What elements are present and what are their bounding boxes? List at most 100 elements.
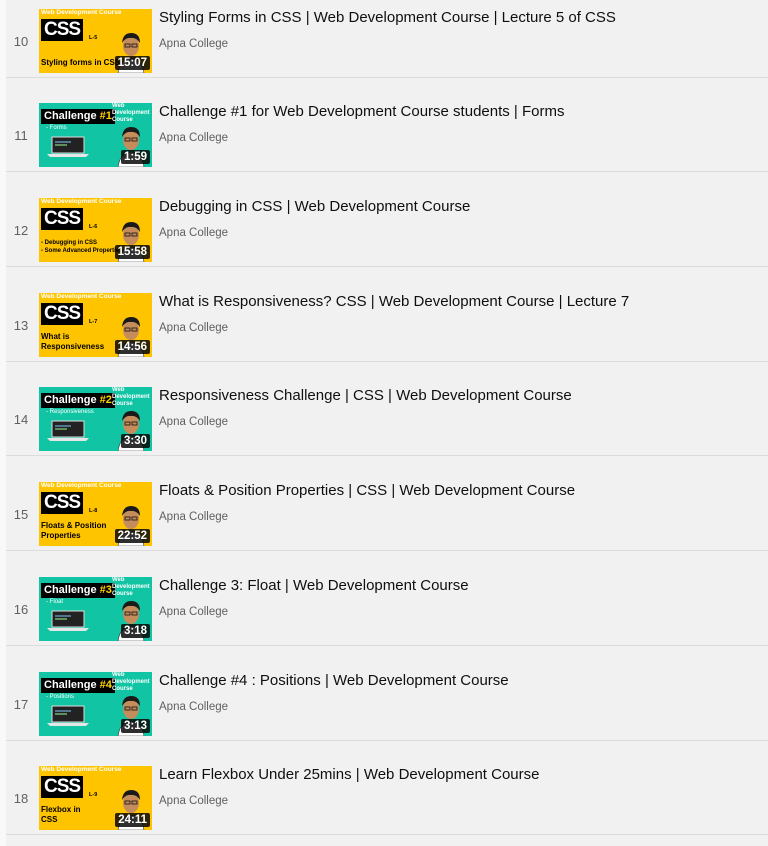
challenge-number: #2: [99, 394, 112, 406]
video-thumbnail[interactable]: Challenge #4- Positions Web Development C…: [39, 672, 152, 736]
thumbnail-caption: Styling forms in CSS: [41, 58, 121, 67]
playlist-panel: 10 Web Development Course CSS L-5 Styling fo…: [6, 0, 768, 846]
challenge-badge: Challenge #3: [41, 583, 115, 598]
challenge-topic: - Responsiveness: [46, 409, 94, 415]
lecture-number: L-6: [89, 224, 98, 230]
duration-badge: 3:30: [120, 434, 150, 448]
channel-name[interactable]: Apna College: [159, 701, 228, 713]
duration-badge: 15:07: [114, 56, 150, 70]
channel-name[interactable]: Apna College: [159, 38, 228, 50]
thumbnail-caption: - Some Advanced Properties: [41, 248, 123, 254]
duration-badge: 15:58: [114, 245, 150, 259]
video-thumbnail[interactable]: Challenge #1- Forms Web Development Cours…: [39, 103, 152, 167]
css-badge: CSS: [41, 19, 84, 41]
course-label: Web Development Course: [112, 577, 150, 597]
lecture-number: L-5: [89, 35, 98, 41]
playlist-row[interactable]: 12 Web Development Course CSS L-6 - Debuggin…: [6, 172, 768, 267]
thumbnail-caption: Floats & Position: [41, 521, 107, 530]
challenge-badge: Challenge #4: [41, 678, 115, 693]
duration-badge: 3:18: [120, 624, 150, 638]
video-thumbnail[interactable]: Web Development Course CSS L-8 Floats & Pos…: [39, 482, 152, 546]
thumbnail-caption: Responsiveness: [41, 342, 105, 351]
thumbnail-caption: - Debugging in CSS: [41, 240, 97, 246]
laptop-icon: [45, 136, 91, 158]
channel-name[interactable]: Apna College: [159, 606, 228, 618]
challenge-word: Challenge: [44, 394, 97, 406]
video-title[interactable]: Challenge #1 for Web Development Course …: [159, 103, 564, 120]
video-index: 15: [13, 507, 29, 522]
duration-badge: 24:11: [115, 813, 150, 827]
channel-name[interactable]: Apna College: [159, 795, 228, 807]
challenge-word: Challenge: [44, 679, 97, 691]
thumbnail-banner: Web Development Course: [41, 198, 122, 205]
video-thumbnail[interactable]: Challenge #3- Float Web Development Cours…: [39, 577, 152, 641]
channel-name[interactable]: Apna College: [159, 132, 228, 144]
challenge-number: #3: [99, 584, 112, 596]
thumbnail-caption: Flexbox in: [41, 805, 81, 814]
laptop-icon: [45, 610, 91, 632]
duration-badge: 1:59: [120, 150, 150, 164]
playlist-row[interactable]: 10 Web Development Course CSS L-5 Styling fo…: [6, 0, 768, 78]
video-thumbnail[interactable]: Web Development Course CSS L-9 Flexbox in CS…: [39, 766, 152, 830]
duration-badge: 14:56: [114, 340, 150, 354]
video-index: 16: [13, 602, 29, 617]
css-badge: CSS: [41, 776, 84, 798]
playlist-row[interactable]: 15 Web Development Course CSS L-8 Floats & P…: [6, 456, 768, 551]
video-title[interactable]: Responsiveness Challenge | CSS | Web Dev…: [159, 387, 572, 404]
challenge-badge: Challenge #2: [41, 393, 115, 408]
video-title[interactable]: Learn Flexbox Under 25mins | Web Develop…: [159, 766, 539, 783]
thumbnail-banner: Web Development Course: [41, 9, 122, 16]
challenge-badge: Challenge #1: [41, 109, 115, 124]
channel-name[interactable]: Apna College: [159, 511, 228, 523]
challenge-number: #1: [99, 110, 112, 122]
laptop-icon: [45, 705, 91, 727]
playlist-row[interactable]: 14 Challenge #2- Responsiveness Web Develo…: [6, 361, 768, 456]
video-index: 17: [13, 697, 29, 712]
video-title[interactable]: Challenge 3: Float | Web Development Cou…: [159, 577, 469, 594]
thumbnail-caption: What is: [41, 332, 70, 341]
challenge-number: #4: [99, 679, 112, 691]
course-label: Web Development Course: [112, 672, 150, 692]
playlist-row[interactable]: 13 Web Development Course CSS L-7 What is Res…: [6, 267, 768, 362]
playlist-row[interactable]: 18 Web Development Course CSS L-9 Flexbox in…: [6, 740, 768, 835]
lecture-number: L-9: [89, 792, 98, 798]
css-badge: CSS: [41, 303, 84, 325]
video-thumbnail[interactable]: Web Development Course CSS L-6 - Debugging …: [39, 198, 152, 262]
channel-name[interactable]: Apna College: [159, 227, 228, 239]
video-index: 18: [13, 791, 29, 806]
video-index: 13: [13, 318, 29, 333]
playlist-row[interactable]: 17 Challenge #4- Positions Web Development…: [6, 646, 768, 741]
lecture-number: L-8: [89, 508, 98, 514]
playlist-row[interactable]: 11 Challenge #1- Forms Web Development Cou…: [6, 77, 768, 172]
channel-name[interactable]: Apna College: [159, 322, 228, 334]
video-title[interactable]: Styling Forms in CSS | Web Development C…: [159, 9, 616, 26]
video-title[interactable]: Floats & Position Properties | CSS | Web…: [159, 482, 575, 499]
video-index: 14: [13, 412, 29, 427]
thumbnail-banner: Web Development Course: [41, 293, 122, 300]
course-label: Web Development Course: [112, 387, 150, 407]
duration-badge: 3:13: [120, 719, 150, 733]
challenge-topic: - Forms: [46, 125, 67, 131]
video-title[interactable]: Challenge #4 : Positions | Web Developme…: [159, 672, 509, 689]
thumbnail-caption: Properties: [41, 531, 81, 540]
video-index: 10: [13, 34, 29, 49]
challenge-word: Challenge: [44, 584, 97, 596]
thumbnail-banner: Web Development Course: [41, 766, 122, 773]
thumbnail-banner: Web Development Course: [41, 482, 122, 489]
css-badge: CSS: [41, 492, 84, 514]
laptop-icon: [45, 420, 91, 442]
video-title[interactable]: What is Responsiveness? CSS | Web Develo…: [159, 293, 629, 310]
playlist-row[interactable]: 16 Challenge #3- Float Web Development Cou…: [6, 551, 768, 646]
video-title[interactable]: Debugging in CSS | Web Development Cours…: [159, 198, 470, 215]
challenge-topic: - Float: [46, 599, 64, 605]
video-thumbnail[interactable]: Challenge #2- Responsiveness Web Developm…: [39, 387, 152, 451]
video-index: 11: [14, 128, 28, 143]
css-badge: CSS: [41, 208, 84, 230]
duration-badge: 22:52: [114, 529, 150, 543]
video-thumbnail[interactable]: Web Development Course CSS L-5 Styling form…: [39, 9, 152, 73]
channel-name[interactable]: Apna College: [159, 416, 228, 428]
challenge-word: Challenge: [44, 110, 97, 122]
video-thumbnail[interactable]: Web Development Course CSS L-7 What is Respo…: [39, 293, 152, 357]
course-label: Web Development Course: [112, 103, 150, 123]
lecture-number: L-7: [89, 319, 98, 325]
